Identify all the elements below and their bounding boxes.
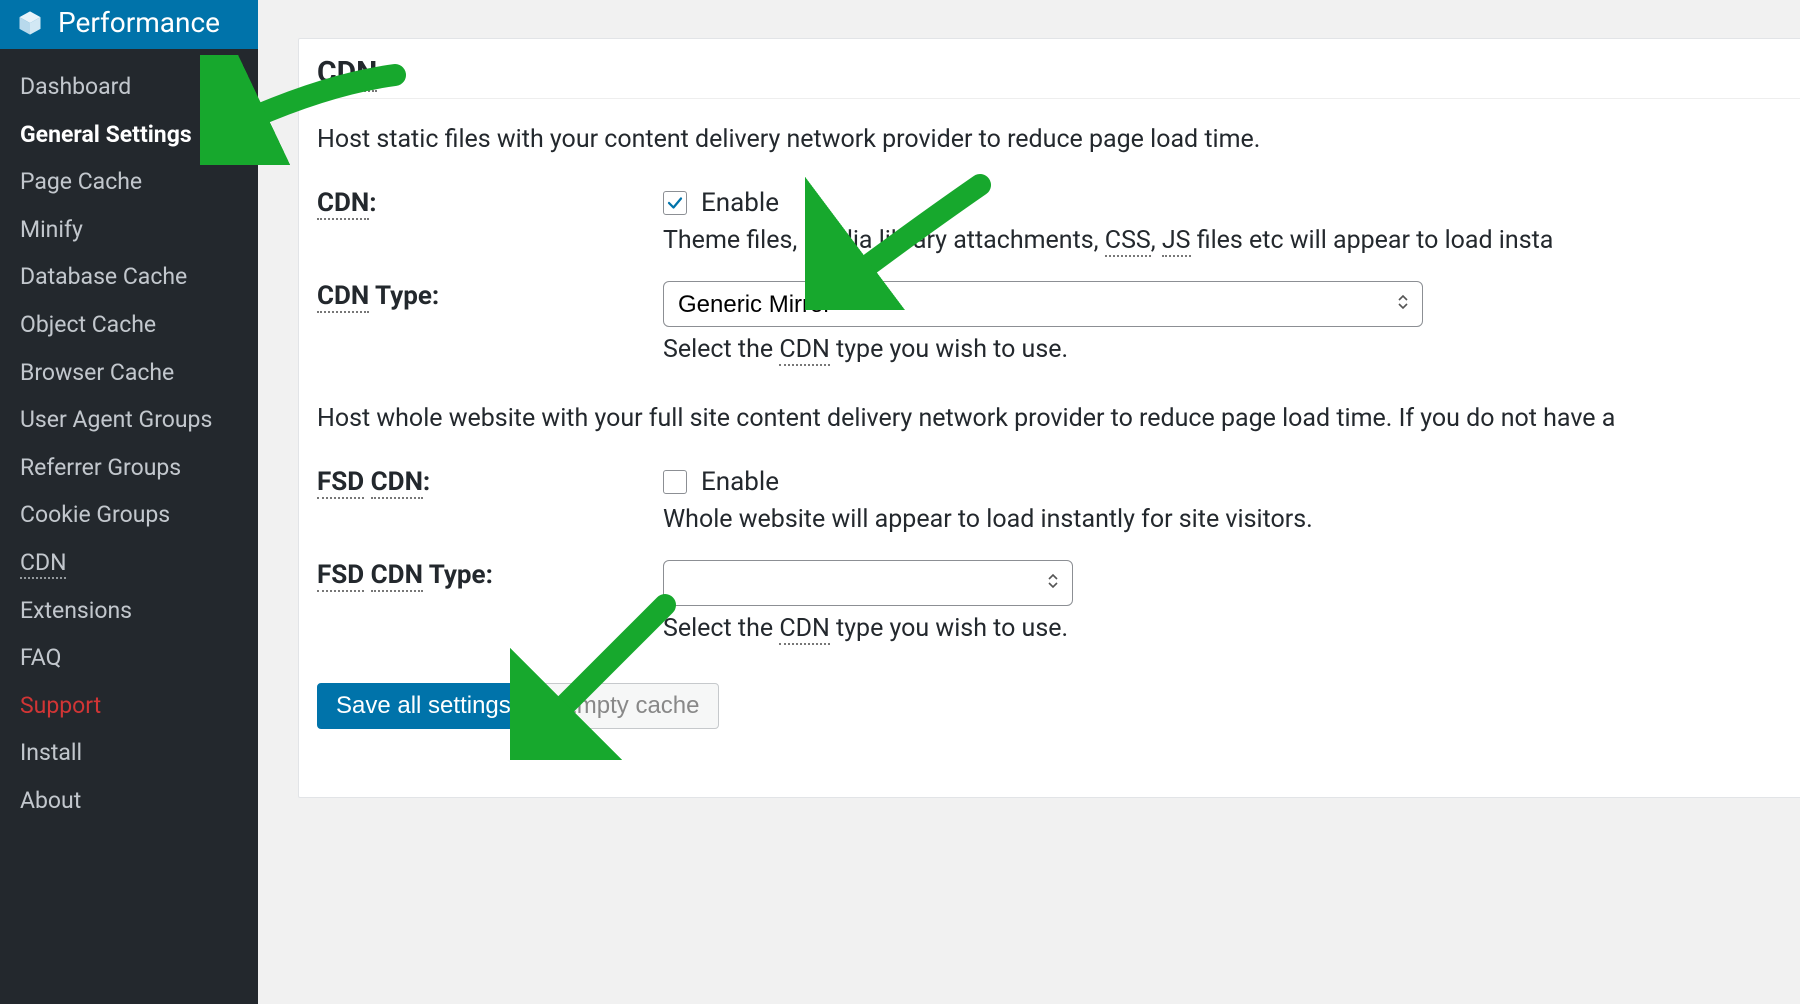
main-content: CDN Host static files with your content … <box>258 0 1800 1004</box>
sidebar-item-about[interactable]: About <box>0 777 258 825</box>
checkbox-fsd-cdn-enable-label: Enable <box>701 467 779 497</box>
label-fsd-cdn: FSD CDN: <box>317 467 663 534</box>
settings-panel: CDN Host static files with your content … <box>298 38 1800 798</box>
sidebar-header[interactable]: Performance <box>0 0 258 49</box>
checkbox-fsd-cdn-enable[interactable] <box>663 470 687 494</box>
help-fsd-cdn-enable: Whole website will appear to load instan… <box>663 505 1800 534</box>
sidebar-item-support[interactable]: Support <box>0 682 258 730</box>
sidebar-item-database-cache[interactable]: Database Cache <box>0 253 258 301</box>
row-cdn-type: CDN Type: Generic Mirror Select the CDN … <box>299 255 1800 364</box>
sidebar-item-dashboard[interactable]: Dashboard <box>0 63 258 111</box>
label-cdn-type: CDN Type: <box>317 281 663 364</box>
sidebar: Performance Dashboard General Settings P… <box>0 0 258 1004</box>
sidebar-item-general-settings[interactable]: General Settings <box>0 111 258 159</box>
checkbox-cdn-enable-label: Enable <box>701 188 779 218</box>
save-all-settings-button[interactable]: Save all settings <box>317 683 530 729</box>
section-title: CDN <box>299 39 1800 98</box>
checkbox-cdn-enable[interactable] <box>663 191 687 215</box>
help-cdn-enable: Theme files, media library attachments, … <box>663 226 1800 255</box>
sidebar-item-user-agent-groups[interactable]: User Agent Groups <box>0 396 258 444</box>
sidebar-item-install[interactable]: Install <box>0 729 258 777</box>
sidebar-item-cookie-groups[interactable]: Cookie Groups <box>0 491 258 539</box>
label-fsd-cdn-type: FSD CDN Type: <box>317 560 663 643</box>
row-cdn-enable: CDN: Enable Theme files, media library a… <box>299 162 1800 255</box>
sidebar-item-extensions[interactable]: Extensions <box>0 587 258 635</box>
help-fsd-cdn-type: Select the CDN type you wish to use. <box>663 614 1800 643</box>
performance-icon <box>16 9 44 37</box>
sidebar-item-cdn[interactable]: CDN <box>0 539 258 587</box>
sidebar-item-object-cache[interactable]: Object Cache <box>0 301 258 349</box>
sidebar-item-page-cache[interactable]: Page Cache <box>0 158 258 206</box>
sidebar-item-referrer-groups[interactable]: Referrer Groups <box>0 444 258 492</box>
select-fsd-cdn-type[interactable] <box>663 560 1073 606</box>
row-fsd-cdn-type: FSD CDN Type: Select the CDN type you wi… <box>299 534 1800 643</box>
sidebar-header-label: Performance <box>58 6 220 39</box>
help-cdn-type: Select the CDN type you wish to use. <box>663 335 1800 364</box>
sidebar-item-faq[interactable]: FAQ <box>0 634 258 682</box>
sidebar-item-browser-cache[interactable]: Browser Cache <box>0 349 258 397</box>
select-cdn-type[interactable]: Generic Mirror <box>663 281 1423 327</box>
sidebar-items: Dashboard General Settings Page Cache Mi… <box>0 49 258 825</box>
sidebar-item-minify[interactable]: Minify <box>0 206 258 254</box>
row-fsd-cdn-enable: FSD CDN: Enable Whole website will appea… <box>299 441 1800 534</box>
fsd-intro: Host whole website with your full site c… <box>299 364 1800 441</box>
label-cdn: CDN: <box>317 188 663 255</box>
section-intro: Host static files with your content deli… <box>299 99 1800 162</box>
empty-cache-button[interactable]: Empty cache <box>542 683 719 729</box>
